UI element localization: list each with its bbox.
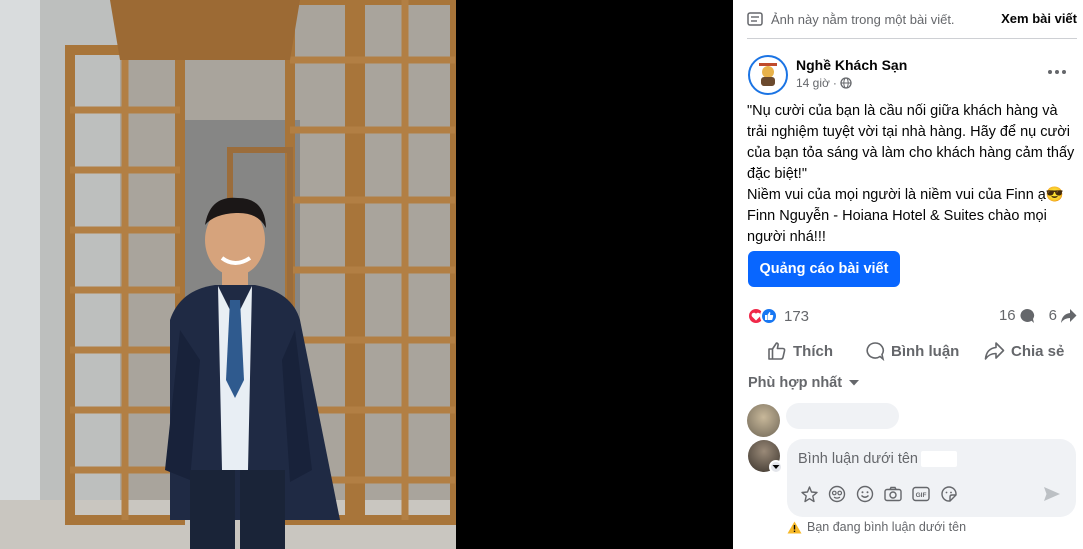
engagement-counts: 16 6 bbox=[999, 307, 1077, 324]
name-redacted bbox=[921, 451, 957, 467]
like-button[interactable]: Thích bbox=[767, 336, 833, 366]
globe-icon[interactable] bbox=[840, 77, 852, 89]
gif-button[interactable]: GIF bbox=[911, 484, 931, 504]
camera-icon bbox=[884, 486, 902, 502]
profile-switch-icon[interactable] bbox=[769, 460, 783, 474]
post-paragraph: "Nụ cười của bạn là cầu nối giữa khách h… bbox=[747, 103, 1079, 182]
view-post-link[interactable]: Xem bài viết bbox=[1001, 11, 1077, 26]
post-actions: Thích Bình luận Chia sẻ bbox=[747, 336, 1077, 366]
comment-icon bbox=[866, 342, 885, 361]
more-options-icon[interactable] bbox=[1045, 62, 1069, 82]
svg-text:GIF: GIF bbox=[916, 492, 927, 499]
like-label: Thích bbox=[793, 342, 833, 360]
comment-input[interactable] bbox=[798, 448, 998, 470]
comment-composer: GIF bbox=[787, 439, 1076, 517]
avatar-face-icon bbox=[828, 485, 846, 503]
notice-text: Ảnh này nằm trong một bài viết. bbox=[771, 11, 955, 27]
send-icon[interactable] bbox=[1042, 484, 1062, 504]
comment-sort-dropdown[interactable]: Phù hợp nhất bbox=[748, 375, 860, 391]
comment-identity-warning: Bạn đang bình luận dưới tên bbox=[787, 520, 966, 534]
warning-text: Bạn đang bình luận dưới tên bbox=[807, 520, 967, 534]
emoji-icon bbox=[856, 485, 874, 503]
post-paragraph: Finn Nguyễn - Hoiana Hotel & Suites chào… bbox=[747, 208, 1051, 245]
comment-count[interactable]: 16 bbox=[999, 307, 1016, 324]
reaction-summary[interactable]: 173 bbox=[747, 307, 809, 325]
boost-post-button[interactable]: Quảng cáo bài viết bbox=[748, 251, 900, 287]
share-count-icon bbox=[1061, 308, 1077, 323]
page-logo bbox=[751, 58, 785, 92]
page-name[interactable]: Nghề Khách Sạn bbox=[796, 57, 907, 73]
post-text: "Nụ cười của bạn là cầu nối giữa khách h… bbox=[747, 101, 1077, 248]
comment-bubble-redacted bbox=[786, 403, 899, 429]
share-count[interactable]: 6 bbox=[1049, 307, 1057, 324]
meta-separator: · bbox=[832, 76, 837, 90]
share-label: Chia sẻ bbox=[1011, 342, 1065, 360]
comment-count-icon bbox=[1020, 308, 1034, 323]
emoji-button[interactable] bbox=[855, 484, 875, 504]
like-reaction-icon bbox=[760, 307, 778, 325]
gif-icon: GIF bbox=[912, 486, 930, 502]
post-icon bbox=[747, 12, 763, 26]
commenter-avatar[interactable] bbox=[747, 404, 780, 437]
post-time[interactable]: 14 giờ bbox=[796, 76, 830, 90]
avatar-button[interactable] bbox=[827, 484, 847, 504]
post-meta: 14 giờ · bbox=[796, 76, 852, 90]
photo-illustration bbox=[0, 0, 456, 549]
post-photo[interactable] bbox=[0, 0, 456, 549]
avatar-sticker-button[interactable] bbox=[799, 484, 819, 504]
composer-tools: GIF bbox=[799, 484, 967, 504]
share-icon bbox=[984, 342, 1005, 360]
avatar-sticker-icon bbox=[800, 485, 818, 502]
post-paragraph: Niềm vui của mọi người là niềm vui của F… bbox=[747, 187, 1064, 203]
sticker-icon bbox=[941, 486, 957, 502]
photo-button[interactable] bbox=[883, 484, 903, 504]
comment-button[interactable]: Bình luận bbox=[865, 336, 959, 366]
chevron-down-icon bbox=[849, 380, 860, 386]
post-notice: Ảnh này nằm trong một bài viết. Xem bài … bbox=[747, 8, 1077, 30]
page-avatar[interactable] bbox=[748, 55, 788, 95]
post-side-panel: Ảnh này nằm trong một bài viết. Xem bài … bbox=[733, 0, 1083, 549]
like-icon bbox=[768, 342, 786, 360]
sticker-button[interactable] bbox=[939, 484, 959, 504]
share-button[interactable]: Chia sẻ bbox=[984, 336, 1064, 366]
comment-label: Bình luận bbox=[891, 342, 960, 360]
photo-viewer bbox=[0, 0, 733, 549]
reaction-count: 173 bbox=[784, 307, 810, 325]
sort-label: Phù hợp nhất bbox=[748, 375, 843, 391]
warning-icon bbox=[787, 521, 802, 533]
divider bbox=[747, 38, 1077, 39]
